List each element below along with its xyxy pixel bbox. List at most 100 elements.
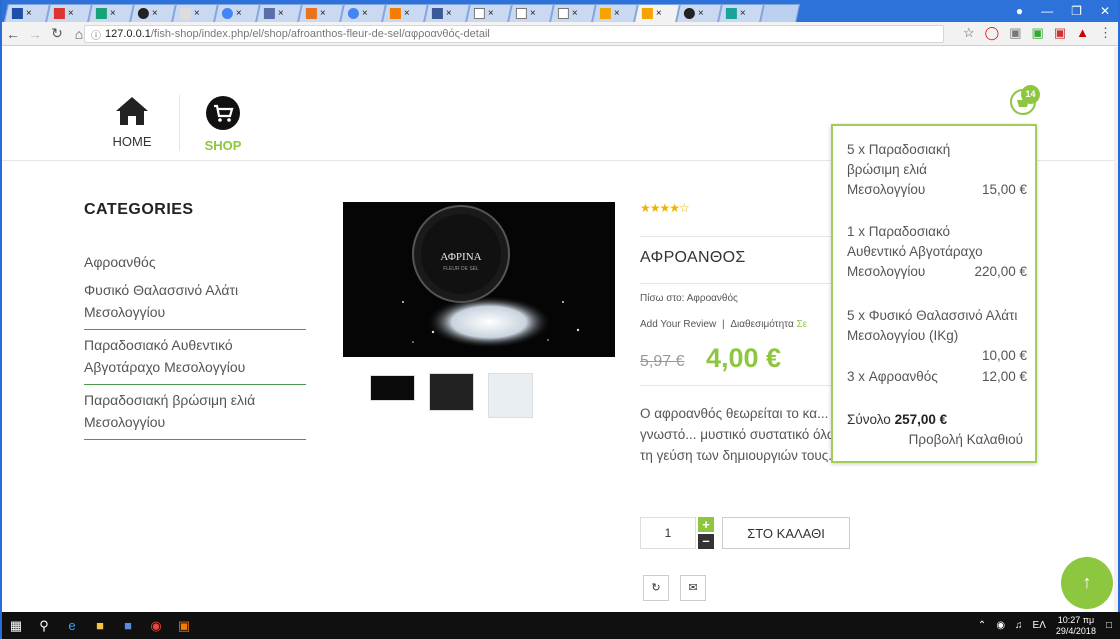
network-icon[interactable]: ◉ bbox=[996, 620, 1005, 631]
close-tab-icon[interactable]: × bbox=[110, 8, 116, 19]
word-icon[interactable]: ■ bbox=[114, 612, 142, 639]
minimize-button[interactable]: — bbox=[1041, 4, 1053, 18]
shop-cart-icon bbox=[206, 96, 240, 130]
reload-icon[interactable]: ↻ bbox=[46, 25, 68, 42]
browser-tab[interactable]: × bbox=[718, 4, 764, 22]
menu-icon[interactable]: ⋮ bbox=[1099, 25, 1112, 41]
browser-tab[interactable]: × bbox=[592, 4, 638, 22]
browser-tab[interactable]: × bbox=[508, 4, 554, 22]
browser-tab[interactable]: × bbox=[382, 4, 428, 22]
quantity-minus-button[interactable]: – bbox=[698, 534, 714, 549]
close-tab-icon[interactable]: × bbox=[152, 8, 158, 19]
scroll-to-top-button[interactable]: ↑ bbox=[1061, 557, 1113, 609]
quantity-input[interactable]: 1 bbox=[640, 517, 696, 549]
edge-icon[interactable]: e bbox=[58, 612, 86, 639]
cart-item-price: 10,00 € bbox=[981, 348, 1027, 363]
extension-icon[interactable]: ▣ bbox=[1009, 25, 1021, 41]
browser-tab[interactable]: × bbox=[88, 4, 134, 22]
divider bbox=[640, 385, 840, 386]
windows-taskbar: ▦ ⚲ e ■ ■ ◉ ▣ ⌃ ◉ ♫ ΕΛ 10:27 πμ 29/4/201… bbox=[2, 612, 1120, 639]
nav-home[interactable]: HOME bbox=[107, 95, 157, 149]
browser-tab-active[interactable]: × bbox=[634, 4, 680, 22]
github-icon bbox=[137, 8, 149, 19]
forward-arrow-icon[interactable]: → bbox=[24, 26, 46, 42]
browser-tab[interactable]: × bbox=[340, 4, 386, 22]
file-explorer-icon[interactable]: ■ bbox=[86, 612, 114, 639]
close-tab-icon[interactable]: × bbox=[698, 8, 704, 19]
close-tab-icon[interactable]: × bbox=[614, 8, 620, 19]
browser-tab[interactable]: × bbox=[46, 4, 92, 22]
thumbnail-image[interactable] bbox=[488, 373, 533, 418]
maximize-button[interactable]: ❐ bbox=[1071, 4, 1082, 18]
cart-total-value: 257,00 € bbox=[894, 412, 948, 427]
close-tab-icon[interactable]: × bbox=[194, 8, 200, 19]
google-icon bbox=[347, 8, 359, 19]
browser-tab[interactable]: × bbox=[130, 4, 176, 22]
notifications-icon[interactable]: □ bbox=[1106, 620, 1112, 631]
thumbnail-image[interactable] bbox=[370, 375, 415, 401]
clock[interactable]: 10:27 πμ 29/4/2018 bbox=[1056, 615, 1096, 637]
google-icon bbox=[221, 8, 233, 19]
close-tab-icon[interactable]: × bbox=[404, 8, 410, 19]
add-review-link[interactable]: Add Your Review bbox=[640, 319, 716, 330]
category-item[interactable]: Παραδοσιακό Αυθεντικό Αβγοτάραχο Μεσολογ… bbox=[84, 330, 306, 385]
github-icon bbox=[683, 8, 695, 19]
category-item[interactable]: Αφροανθός bbox=[84, 247, 306, 275]
close-tab-icon[interactable]: × bbox=[740, 8, 746, 19]
extension-icon[interactable]: ▣ bbox=[1054, 25, 1066, 41]
close-tab-icon[interactable]: × bbox=[488, 8, 494, 19]
close-tab-icon[interactable]: × bbox=[446, 8, 452, 19]
volume-icon[interactable]: ♫ bbox=[1015, 620, 1023, 631]
close-tab-icon[interactable]: × bbox=[320, 8, 326, 19]
search-icon[interactable]: ⚲ bbox=[30, 612, 58, 639]
nav-shop[interactable]: SHOP bbox=[197, 95, 249, 153]
chrome-icon[interactable]: ◉ bbox=[142, 612, 170, 639]
page-scrollbar[interactable] bbox=[1114, 47, 1118, 612]
close-window-button[interactable]: ✕ bbox=[1100, 4, 1110, 18]
add-to-cart-button[interactable]: ΣΤΟ ΚΑΛΑΘΙ bbox=[722, 517, 850, 549]
nav-shop-label: SHOP bbox=[204, 138, 242, 153]
browser-tab[interactable]: × bbox=[466, 4, 512, 22]
browser-tab[interactable]: × bbox=[172, 4, 218, 22]
nav-divider bbox=[179, 95, 180, 151]
close-tab-icon[interactable]: × bbox=[68, 8, 74, 19]
mail-icon[interactable]: ✉ bbox=[680, 575, 706, 601]
close-tab-icon[interactable]: × bbox=[656, 8, 662, 19]
category-item[interactable]: Παραδοσιακή βρώσιμη ελιά Μεσολογγίου bbox=[84, 385, 306, 440]
close-tab-icon[interactable]: × bbox=[572, 8, 578, 19]
view-cart-link[interactable]: Προβολή Καλαθιού bbox=[909, 432, 1023, 447]
acrobat-icon[interactable]: ▲ bbox=[1076, 25, 1089, 41]
joomla-icon bbox=[641, 8, 653, 19]
close-tab-icon[interactable]: × bbox=[236, 8, 242, 19]
back-link[interactable]: Πίσω στο: Αφροανθός bbox=[640, 293, 738, 304]
product-main-image[interactable]: ΑΦΡΙΝΑ FLEUR DE SEL bbox=[343, 202, 615, 357]
profile-icon[interactable]: ● bbox=[1016, 4, 1023, 18]
bookmark-star-icon[interactable]: ☆ bbox=[963, 25, 975, 41]
close-tab-icon[interactable]: × bbox=[278, 8, 284, 19]
browser-tab[interactable]: × bbox=[214, 4, 260, 22]
address-bar[interactable]: ⓘ 127.0.0.1/fish-shop/index.php/el/shop/… bbox=[84, 25, 944, 43]
refresh-icon[interactable]: ↻ bbox=[643, 575, 669, 601]
opera-icon[interactable]: ◯ bbox=[985, 25, 1000, 41]
review-separator: | bbox=[721, 319, 725, 330]
back-arrow-icon[interactable]: ← bbox=[2, 26, 24, 42]
browser-tab[interactable]: × bbox=[550, 4, 596, 22]
close-tab-icon[interactable]: × bbox=[26, 8, 32, 19]
close-tab-icon[interactable]: × bbox=[530, 8, 536, 19]
browser-tab[interactable]: × bbox=[676, 4, 722, 22]
start-button[interactable]: ▦ bbox=[2, 612, 30, 639]
language-indicator[interactable]: ΕΛ bbox=[1033, 620, 1046, 631]
xampp-icon[interactable]: ▣ bbox=[170, 612, 198, 639]
browser-tab[interactable]: × bbox=[256, 4, 302, 22]
category-item[interactable]: Φυσικό Θαλασσινό Αλάτι Μεσολογγίου bbox=[84, 275, 306, 330]
thumbnail-image[interactable] bbox=[429, 373, 474, 411]
close-tab-icon[interactable]: × bbox=[362, 8, 368, 19]
browser-tab[interactable]: × bbox=[298, 4, 344, 22]
browser-tab[interactable]: × bbox=[4, 4, 50, 22]
new-tab-button[interactable] bbox=[760, 4, 800, 22]
quantity-plus-button[interactable]: + bbox=[698, 517, 714, 532]
info-icon[interactable]: ⓘ bbox=[91, 27, 101, 42]
browser-tab[interactable]: × bbox=[424, 4, 470, 22]
tray-chevron-icon[interactable]: ⌃ bbox=[978, 620, 986, 631]
extension-icon[interactable]: ▣ bbox=[1032, 25, 1044, 41]
